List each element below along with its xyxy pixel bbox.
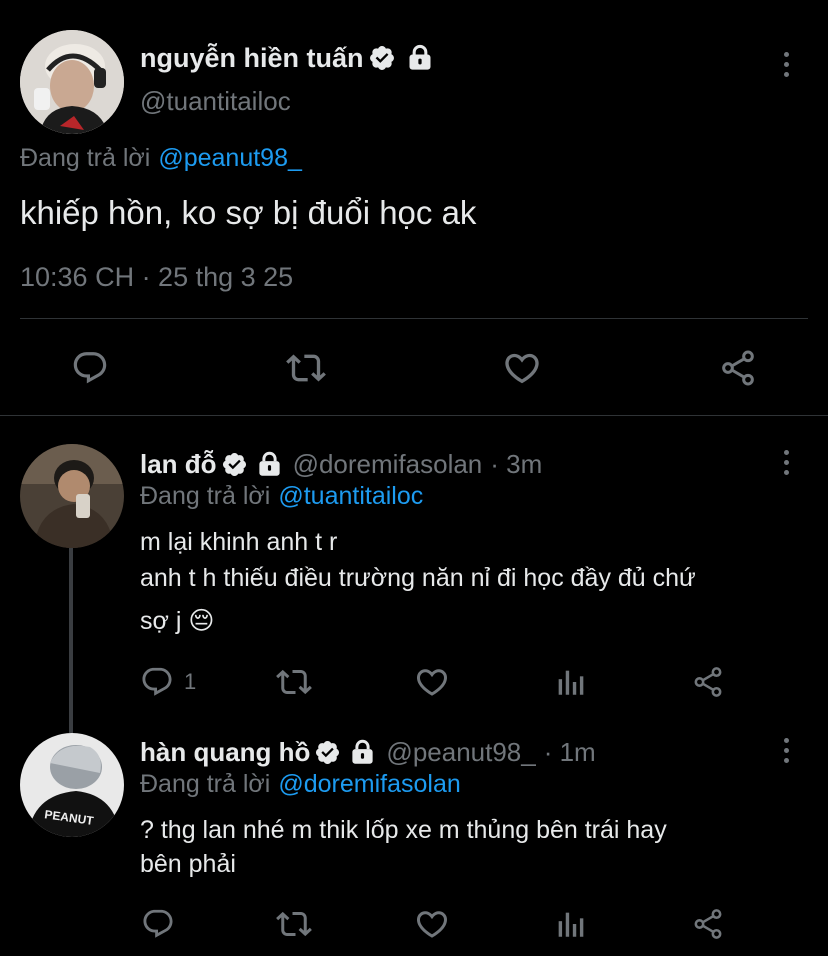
heart-icon (505, 353, 539, 384)
replying-to-label: Đang trả lời (20, 144, 151, 172)
more-options-button[interactable] (766, 442, 806, 482)
author-handle[interactable]: @peanut98_ (386, 737, 535, 768)
views-button[interactable] (550, 906, 590, 942)
avatar[interactable] (20, 444, 124, 548)
verified-badge-icon (368, 44, 396, 72)
retweet-icon (276, 911, 312, 937)
more-options-button[interactable] (766, 730, 806, 770)
heart-icon (416, 911, 448, 938)
tweet-text-line: ? thg lan nhé m thik lốp xe m thủng bên … (140, 816, 667, 844)
retweet-button[interactable] (274, 906, 314, 942)
reply-button[interactable] (140, 906, 176, 942)
divider (20, 318, 808, 319)
reply-icon (142, 667, 172, 696)
tweet-timestamp[interactable]: 10:36 CH · 25 thg 3 25 (20, 262, 293, 293)
reply-icon (73, 352, 107, 384)
reply-time[interactable]: · 3m (490, 449, 542, 480)
avatar[interactable] (20, 30, 124, 134)
author-name[interactable]: nguyễn hiền tuấn (140, 43, 364, 74)
analytics-icon (558, 912, 584, 937)
like-button[interactable] (500, 346, 544, 390)
reply-button[interactable]: 1 (140, 664, 196, 700)
tweet-text: khiếp hồn, ko sợ bị đuổi học ak (20, 194, 477, 231)
author-handle[interactable]: @doremifasolan (293, 449, 483, 480)
share-icon (694, 909, 722, 939)
more-icon (783, 51, 789, 77)
share-button[interactable] (688, 664, 728, 700)
share-button[interactable] (716, 346, 760, 390)
replying-to-link[interactable]: @tuantitailoc (278, 482, 423, 511)
like-button[interactable] (412, 906, 452, 942)
retweet-icon (286, 354, 326, 382)
retweet-icon (276, 669, 312, 695)
more-options-button[interactable] (766, 44, 806, 84)
retweet-button[interactable] (274, 664, 314, 700)
replying-to-label: Đang trả lời (140, 482, 271, 510)
tweet-text-line: anh t h thiếu điều trường năn nỉ đi học … (140, 564, 696, 592)
tweet-text-line: bên phải (140, 850, 236, 878)
author-name[interactable]: lan đỗ (140, 449, 217, 480)
replying-to-label: Đang trả lời (140, 770, 271, 798)
retweet-button[interactable] (284, 346, 328, 390)
heart-icon (416, 669, 448, 696)
author-handle[interactable]: @tuantitailoc (140, 86, 291, 117)
more-icon (783, 737, 789, 763)
tweet-text-line: sợ j 😔 (140, 607, 215, 635)
reply-icon (143, 909, 173, 938)
share-icon (722, 350, 754, 386)
replying-to-link[interactable]: @doremifasolan (278, 770, 460, 799)
share-icon (694, 667, 722, 697)
avatar[interactable]: PEANUT (20, 733, 124, 837)
replying-to-link[interactable]: @peanut98_ (158, 144, 302, 173)
views-button[interactable] (550, 664, 590, 700)
analytics-icon (558, 670, 584, 695)
verified-badge-icon (221, 451, 248, 478)
share-button[interactable] (688, 906, 728, 942)
lock-icon (256, 451, 283, 478)
lock-icon (349, 739, 376, 766)
tweet-text-line: m lại khinh anh t r (140, 528, 338, 556)
reply-button[interactable] (68, 346, 112, 390)
reply-time[interactable]: · 1m (544, 737, 596, 768)
section-divider (0, 415, 828, 416)
verified-badge-icon (314, 739, 341, 766)
reply-count: 1 (184, 669, 197, 694)
author-name[interactable]: hàn quang hồ (140, 737, 310, 768)
like-button[interactable] (412, 664, 452, 700)
more-icon (783, 449, 789, 475)
lock-icon (406, 44, 434, 72)
thread-connector-line (69, 548, 73, 733)
